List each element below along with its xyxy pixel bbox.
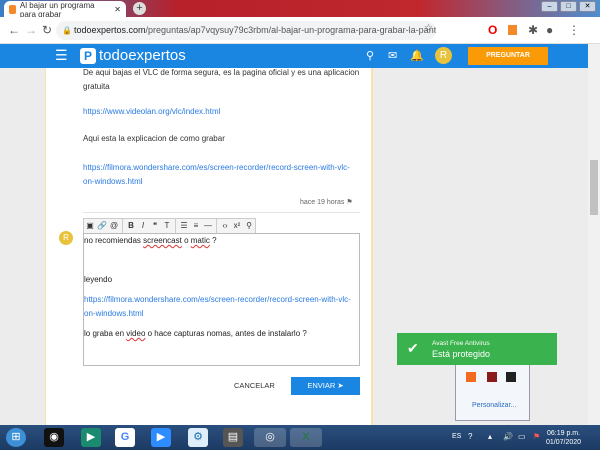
comment-avatar: R: [59, 231, 73, 245]
bullet-list-icon[interactable]: ☰: [178, 219, 190, 233]
check-icon: ✔: [407, 340, 419, 356]
volume-icon[interactable]: 🔊: [503, 432, 513, 441]
vlc-link[interactable]: https://www.videolan.org/vlc/index.html: [83, 106, 220, 118]
hamburger-icon[interactable]: ☰: [55, 47, 68, 64]
tray-overflow-popup: Personalizar...: [455, 363, 530, 421]
answer-text: gratuita: [83, 82, 110, 91]
editor-line: no recomiendas screencast o matic ?: [84, 236, 217, 245]
site-header: ☰ Ptodoexpertos ⚲ ✉ 🔔 R PREGUNTAR: [0, 44, 588, 68]
divider: [83, 212, 360, 213]
url-domain: todoexpertos.com: [74, 25, 146, 35]
editor-line: leyendo: [84, 275, 113, 284]
superscript-icon[interactable]: x²: [231, 219, 243, 233]
action-center-icon[interactable]: ⚑: [533, 432, 540, 441]
settings-app-icon[interactable]: ⚙: [188, 428, 208, 447]
network-icon[interactable]: ▭: [518, 432, 526, 441]
timestamp: hace 19 horas ⚑: [300, 198, 353, 206]
time-text: hace 19 horas: [300, 199, 345, 206]
italic-icon[interactable]: I: [137, 219, 149, 233]
scrollbar-thumb[interactable]: [590, 160, 598, 215]
app-icon[interactable]: ▤: [223, 428, 243, 447]
help-icon[interactable]: ?: [468, 432, 472, 441]
location-icon[interactable]: ⚲: [243, 219, 255, 233]
language-indicator[interactable]: ES: [452, 433, 461, 440]
bell-icon[interactable]: 🔔: [410, 49, 424, 62]
url-input[interactable]: 🔒 todoexpertos.com/preguntas/ap7vqysuy79c…: [56, 21, 436, 40]
avast-tray-icon[interactable]: [466, 372, 476, 382]
lock-icon: 🔒: [62, 26, 72, 35]
filmora-link[interactable]: https://filmora.wondershare.com/es/scree…: [83, 162, 350, 174]
cancel-button[interactable]: CANCELAR: [234, 381, 275, 390]
close-window-button[interactable]: ✕: [579, 1, 596, 12]
code-icon[interactable]: ‹›: [219, 219, 231, 233]
start-button[interactable]: ⊞: [6, 428, 26, 447]
editor-toolbar: ▣ 🔗 @ B I ❝ T ☰ ≡ — ‹› x² ⚲: [83, 218, 256, 233]
zoom-icon[interactable]: ▶: [151, 428, 171, 447]
bold-icon[interactable]: B: [125, 219, 137, 233]
google-icon[interactable]: G: [115, 428, 135, 447]
forward-icon[interactable]: →: [25, 23, 37, 37]
logo-text: todoexpertos: [99, 47, 186, 64]
back-icon[interactable]: ←: [8, 23, 20, 37]
answer-text: Aqui esta la explicacion de como grabar: [83, 134, 225, 143]
filmora-link-cont[interactable]: on-windows.html: [83, 176, 143, 188]
favicon-icon: [9, 5, 16, 14]
webcam-app-icon[interactable]: ◉: [44, 428, 64, 447]
browser-tab[interactable]: Al bajar un programa para grabar ✕: [4, 0, 126, 19]
clock-date: 01/07/2020: [546, 439, 582, 446]
notification-app: Avast Free Antivirus: [432, 340, 490, 347]
send-button[interactable]: ENVIAR ➤: [291, 377, 360, 395]
show-hidden-icons[interactable]: ▴: [488, 432, 492, 441]
window-controls: – □ ✕: [541, 1, 596, 12]
editor-line: lo graba en video o hace capturas nomas,…: [84, 329, 307, 338]
address-bar-row: ← → ↻ 🔒 todoexpertos.com/preguntas/ap7vqy…: [0, 17, 600, 44]
customize-link[interactable]: Personalizar...: [472, 402, 516, 409]
taskbar: ⊞ ◉ ▶ G ▶ ⚙ ▤ ◎ X ES ? ▴ 🔊 ▭ ⚑: [0, 425, 600, 450]
quote-icon[interactable]: ❝: [149, 219, 161, 233]
editor-link[interactable]: https://filmora.wondershare.com/es/scree…: [84, 294, 351, 306]
app-tray-icon[interactable]: [487, 372, 497, 382]
scrollbar[interactable]: [588, 44, 600, 425]
editor-link-cont[interactable]: on-windows.html: [84, 308, 144, 320]
avast-notification[interactable]: ✔ Avast Free Antivirus Está protegido: [397, 333, 557, 365]
excel-taskbar-icon[interactable]: X: [290, 428, 322, 447]
numbered-list-icon[interactable]: ≡: [190, 219, 202, 233]
logo-icon: P: [80, 47, 96, 64]
heading-icon[interactable]: T: [161, 219, 173, 233]
extensions-icon[interactable]: ✱: [528, 23, 538, 37]
user-avatar[interactable]: R: [435, 47, 452, 64]
notification-status: Está protegido: [432, 349, 491, 359]
site-logo[interactable]: Ptodoexpertos: [80, 47, 186, 64]
preguntar-button[interactable]: PREGUNTAR: [468, 47, 548, 65]
clock-time: 06:19 p.m.: [546, 430, 581, 437]
shopping-extension-icon[interactable]: [508, 25, 517, 35]
hr-icon[interactable]: —: [202, 219, 214, 233]
flag-icon[interactable]: ⚑: [346, 199, 352, 206]
clock[interactable]: 06:19 p.m. 01/07/2020: [546, 429, 581, 447]
answer-text: De aqui bajas el VLC de forma segura, es…: [83, 68, 360, 77]
tab-title: Al bajar un programa para grabar: [19, 0, 95, 19]
opera-icon[interactable]: O: [488, 23, 497, 37]
image-icon[interactable]: ▣: [84, 219, 96, 233]
google-meet-icon[interactable]: ▶: [81, 428, 101, 447]
send-label: ENVIAR: [307, 381, 336, 390]
reload-icon[interactable]: ↻: [42, 23, 52, 37]
url-path: /preguntas/ap7vqysuy79c3rbm/al-bajar-un-…: [145, 25, 436, 35]
star-icon[interactable]: ☆: [424, 23, 433, 34]
minimize-button[interactable]: –: [541, 1, 558, 12]
menu-icon[interactable]: ⋮: [568, 23, 580, 37]
mention-icon[interactable]: @: [108, 219, 120, 233]
maximize-button[interactable]: □: [560, 1, 577, 12]
chrome-taskbar-icon[interactable]: ◎: [254, 428, 286, 447]
search-icon[interactable]: ⚲: [366, 49, 374, 62]
close-tab-icon[interactable]: ✕: [114, 5, 121, 14]
mail-icon[interactable]: ✉: [388, 49, 397, 62]
new-tab-button[interactable]: +: [133, 2, 146, 15]
profile-icon[interactable]: ●: [546, 23, 553, 37]
webcam-tray-icon[interactable]: [506, 372, 516, 382]
link-icon[interactable]: 🔗: [96, 219, 108, 233]
